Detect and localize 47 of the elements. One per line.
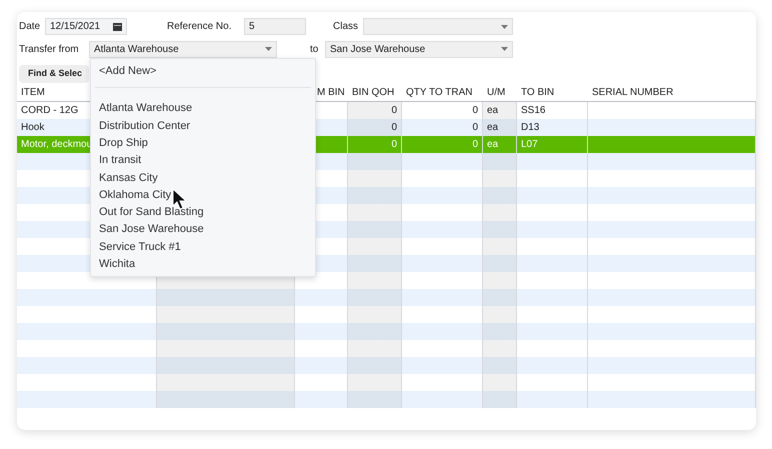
column-header: ITEM xyxy=(21,87,45,98)
dropdown-option[interactable]: Service Truck #1 xyxy=(99,238,181,256)
transfer-from-select[interactable]: Atlanta Warehouse xyxy=(89,40,277,58)
dropdown-option[interactable]: Wichita xyxy=(99,256,136,273)
field-label: Transfer from xyxy=(19,42,80,56)
column-header: M BIN xyxy=(317,87,345,98)
column-header: U/M xyxy=(487,87,506,98)
table-cell-text: 0 xyxy=(472,138,478,152)
table-cell-text: 0 xyxy=(472,121,478,135)
caret-icon xyxy=(501,47,508,51)
table-cell-text: Hook xyxy=(21,121,44,135)
table-cell-text: ea xyxy=(487,138,498,152)
table-cell-text: L07 xyxy=(521,138,538,152)
field-label: Class xyxy=(333,20,360,34)
table-cell-text: 0 xyxy=(391,138,397,152)
find-select-button[interactable]: Find & Selec xyxy=(19,65,89,83)
dropdown-option[interactable]: Oklahoma City xyxy=(99,186,172,204)
table-cell-text: ea xyxy=(487,121,498,135)
caret-icon xyxy=(501,24,508,28)
field-label: to xyxy=(310,42,320,56)
table-cell-text: 0 xyxy=(391,104,397,118)
column-header: SERIAL NUMBER xyxy=(592,87,674,98)
reference-field[interactable]: 5 xyxy=(244,18,306,35)
class-select[interactable] xyxy=(363,18,513,35)
dropdown-option[interactable]: Kansas City xyxy=(99,170,158,186)
date-field[interactable]: 12/15/2021 xyxy=(45,18,127,35)
column-header: TO BIN xyxy=(521,87,554,98)
dropdown-option[interactable]: Distribution Center xyxy=(99,118,190,134)
calendar-icon xyxy=(113,22,122,31)
field-label: Date xyxy=(19,20,42,34)
table-cell-text: ea xyxy=(487,104,498,118)
dropdown-option[interactable]: San Jose Warehouse xyxy=(99,221,204,238)
transfer-to-select[interactable]: San Jose Warehouse xyxy=(325,40,513,58)
dropdown-option[interactable]: Atlanta Warehouse xyxy=(99,100,192,117)
column-header: BIN QOH xyxy=(352,87,394,98)
column-header: QTY TO TRAN xyxy=(406,87,472,98)
table-cell-text: 0 xyxy=(472,104,478,118)
table-cell-text: D13 xyxy=(521,121,540,135)
field-label: Reference No. xyxy=(167,20,232,34)
add-new-option[interactable]: <Add New> xyxy=(99,62,156,80)
dropdown-option[interactable]: In transit xyxy=(99,152,142,169)
table-cell-text: 0 xyxy=(391,121,397,135)
dropdown-option[interactable]: Drop Ship xyxy=(99,134,148,152)
table-cell-text: CORD - 12G xyxy=(21,104,78,118)
table-cell-text: SS16 xyxy=(521,104,546,118)
caret-icon xyxy=(265,47,272,51)
dropdown-option[interactable]: Out for Sand Blasting xyxy=(99,204,204,221)
